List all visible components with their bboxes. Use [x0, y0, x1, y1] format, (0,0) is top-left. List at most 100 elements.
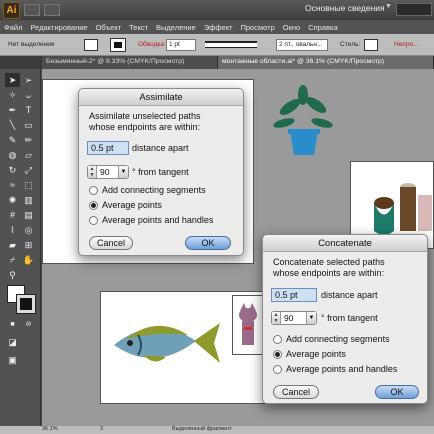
pot-rim — [288, 129, 320, 134]
fish-tail — [194, 323, 220, 363]
distance-input[interactable]: 0.5 pt — [271, 288, 317, 302]
drum — [418, 195, 432, 231]
radio-add-segments[interactable] — [273, 335, 282, 344]
mesh-icon[interactable]: # — [5, 208, 20, 222]
pencil-icon[interactable]: ✏ — [21, 133, 36, 147]
workspace-switcher[interactable]: Основные сведения — [305, 3, 385, 13]
style-label: Стиль: — [340, 41, 361, 48]
description-line-1: Concatenate selected paths — [273, 257, 385, 267]
stepper-arrows-icon[interactable]: ▲ ▼ — [88, 166, 97, 178]
cat-body — [242, 321, 254, 345]
ok-button[interactable]: OK — [185, 236, 231, 250]
artboard-icon[interactable]: ⊞ — [21, 238, 36, 252]
blob-brush-icon[interactable]: ◍ — [5, 148, 20, 162]
cancel-button[interactable]: Cancel — [89, 236, 133, 250]
document-tabs: Безымянный-2* @ 8.33% (CMYK/Просмотр) мо… — [0, 56, 434, 69]
radio-average-points[interactable] — [273, 350, 282, 359]
chevron-down-icon[interactable]: ▼ — [118, 166, 128, 178]
drum — [400, 187, 416, 231]
warp-icon[interactable]: ≈ — [5, 178, 20, 192]
graph-icon[interactable]: ▥ — [21, 193, 36, 207]
chevron-down-icon[interactable]: ▼ — [385, 3, 392, 10]
cancel-button[interactable]: Cancel — [273, 385, 319, 399]
stroke-color-icon[interactable] — [16, 294, 36, 314]
page-number[interactable]: 3 — [100, 426, 103, 432]
zoom-level[interactable]: 36.1% — [42, 426, 58, 432]
radio-average-points[interactable] — [89, 201, 98, 210]
description-line-2: whose endpoints are within: — [273, 268, 385, 278]
eraser-icon[interactable]: ▱ — [21, 148, 36, 162]
menu-object[interactable]: Объект — [92, 23, 126, 32]
zoom-icon[interactable]: ⚲ — [5, 268, 20, 282]
pen-icon[interactable]: ✒ — [5, 103, 20, 117]
lasso-icon[interactable]: ᴗ — [21, 88, 36, 102]
search-input[interactable] — [396, 3, 432, 16]
app-bar: Ai Основные сведения ▼ — [0, 0, 434, 20]
concatenate-dialog: Concatenate Concatenate selected paths w… — [262, 234, 428, 404]
plant-illustration — [273, 85, 333, 155]
radio-label: Average points — [102, 200, 162, 210]
slice-icon[interactable]: ⌿ — [5, 253, 20, 267]
screen-mode-icon[interactable]: ▣ — [5, 353, 20, 367]
angle-label: ° from tangent — [132, 167, 189, 177]
cat-head — [239, 308, 257, 322]
angle-label: ° from tangent — [321, 313, 378, 323]
gradient-icon[interactable]: ▤ — [21, 208, 36, 222]
draw-mode-icon[interactable]: ◪ — [5, 335, 20, 349]
brush-icon[interactable]: ✎ — [5, 133, 20, 147]
app-logo: Ai — [3, 1, 20, 19]
radio-add-segments[interactable] — [89, 186, 98, 195]
menu-view[interactable]: Просмотр — [237, 23, 279, 32]
menu-effect[interactable]: Эффект — [200, 23, 237, 32]
distance-input[interactable]: 0.5 pt — [87, 141, 129, 155]
stepper-arrows-icon[interactable]: ▲ ▼ — [272, 312, 281, 324]
menu-edit[interactable]: Редактирование — [26, 23, 91, 32]
selection-tool-icon[interactable]: ➤ — [5, 73, 20, 87]
eyedropper-icon[interactable]: ⌇ — [5, 223, 20, 237]
cat-illustration — [239, 303, 257, 345]
radio-average-handles[interactable] — [273, 365, 282, 374]
chevron-down-icon[interactable]: ▼ — [306, 312, 316, 324]
hand-icon[interactable]: ✋ — [21, 253, 36, 267]
stroke-swatch[interactable] — [110, 38, 126, 52]
radio-average-handles[interactable] — [89, 216, 98, 225]
rectangle-icon[interactable]: ▭ — [21, 118, 36, 132]
menu-file[interactable]: Файл — [0, 23, 26, 32]
opacity-label[interactable]: Непро... — [394, 41, 418, 48]
tab-document-2[interactable]: монтажные области.ai* @ 36.1% (CMYK/Прос… — [218, 56, 434, 69]
dialog-title: Assimilate — [79, 89, 243, 106]
line-icon[interactable]: ╲ — [5, 118, 20, 132]
bridge-button[interactable] — [24, 4, 40, 16]
menu-select[interactable]: Выделение — [152, 23, 200, 32]
brush-definition-dropdown[interactable]: 2 пт., овальн... — [276, 39, 328, 51]
fill-swatch[interactable] — [84, 39, 98, 51]
free-transform-icon[interactable]: ⬚ — [21, 178, 36, 192]
scale-icon[interactable]: ⤢ — [21, 163, 36, 177]
angle-stepper[interactable]: ▲ ▼ 90 ▼ — [271, 311, 317, 325]
variable-width-profile[interactable] — [205, 41, 257, 48]
stroke-weight-field[interactable]: 1 pt — [166, 39, 196, 51]
menu-help[interactable]: Справка — [304, 23, 341, 32]
angle-value: 90 — [100, 167, 110, 177]
angle-stepper[interactable]: ▲ ▼ 90 ▼ — [87, 165, 129, 179]
stroke-label[interactable]: Обводка: — [138, 41, 166, 48]
description-line-1: Assimilate unselected paths — [89, 111, 201, 121]
symbol-sprayer-icon[interactable]: ✺ — [5, 193, 20, 207]
arrange-documents-button[interactable] — [44, 4, 60, 16]
magic-wand-icon[interactable]: ✧ — [5, 88, 20, 102]
live-paint-icon[interactable]: ▰ — [5, 238, 20, 252]
drum-top — [374, 197, 394, 209]
rotate-icon[interactable]: ↻ — [5, 163, 20, 177]
direct-selection-icon[interactable]: ➢ — [21, 73, 36, 87]
ok-button[interactable]: OK — [375, 385, 419, 399]
menu-window[interactable]: Окно — [279, 23, 304, 32]
none-icon[interactable]: ⊘ — [21, 317, 36, 331]
drums-illustration — [374, 183, 432, 235]
menu-type[interactable]: Текст — [125, 23, 152, 32]
blend-icon[interactable]: ◎ — [21, 223, 36, 237]
distance-label: distance apart — [321, 290, 378, 300]
type-icon[interactable]: T — [21, 103, 36, 117]
color-icon[interactable]: ■ — [5, 317, 20, 331]
tab-document-1[interactable]: Безымянный-2* @ 8.33% (CMYK/Просмотр) — [42, 56, 218, 69]
graphic-style-swatch[interactable] — [364, 39, 378, 51]
